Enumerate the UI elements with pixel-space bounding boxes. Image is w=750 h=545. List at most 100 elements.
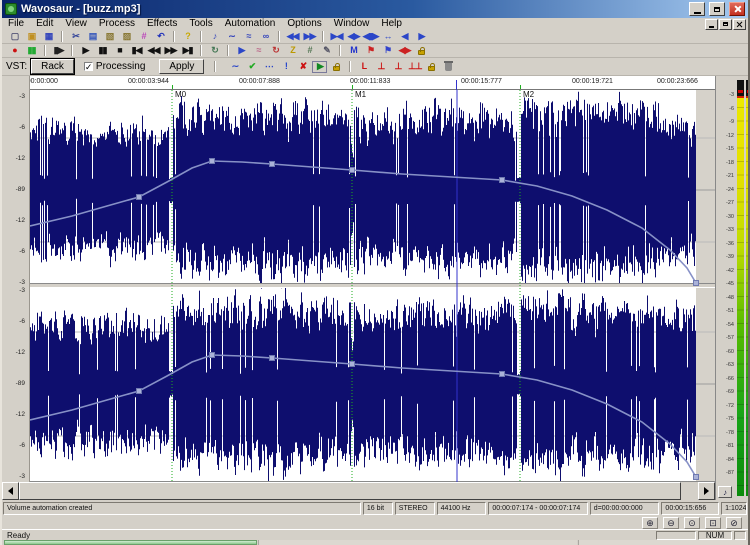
zoom-in-button[interactable]: ⊕ <box>642 517 658 529</box>
lock-automation-button[interactable] <box>423 60 440 73</box>
marker-label-m2[interactable]: M2 <box>523 90 534 99</box>
prev-marker-button[interactable]: ⚑ <box>362 44 379 57</box>
paste-button[interactable]: ▧ <box>101 30 118 43</box>
trim-button[interactable]: # <box>135 30 152 43</box>
automation-handle[interactable] <box>499 371 505 377</box>
automation-handle[interactable] <box>209 352 215 358</box>
automation-handle[interactable] <box>349 361 355 367</box>
play-file-button[interactable]: ▶ <box>233 44 250 57</box>
envelope-points-button[interactable]: ⋯ <box>260 60 277 73</box>
envelope-button[interactable]: ∼ <box>223 30 240 43</box>
go-to-end-button[interactable]: ▶▮ <box>179 44 196 57</box>
paste-mix-button[interactable]: ▨ <box>118 30 135 43</box>
marker-label-m1[interactable]: M1 <box>355 90 366 99</box>
next-pair-button[interactable]: ▶▶ <box>301 30 318 43</box>
marker-double-button[interactable]: ⊥⊥ <box>406 60 423 73</box>
snap-button[interactable]: # <box>301 44 318 57</box>
volume-envelope-button[interactable]: ∼ <box>226 60 243 73</box>
automation-handle[interactable] <box>499 177 505 183</box>
stop-button[interactable]: ■ <box>111 44 128 57</box>
scrollbar-left-button[interactable] <box>2 482 19 500</box>
statistics-button[interactable]: ≈ <box>250 44 267 57</box>
scroll-right-button[interactable]: ▶ <box>413 30 430 43</box>
help-button[interactable]: ? <box>179 30 196 43</box>
play-from-cursor-button[interactable]: ▮▶ <box>50 44 67 57</box>
pencil-edit-button[interactable]: ✎ <box>318 44 335 57</box>
go-to-start-button[interactable]: ▮◀ <box>128 44 145 57</box>
lock-envelope-button[interactable] <box>328 60 345 73</box>
automation-handle[interactable] <box>693 474 699 480</box>
menu-help[interactable]: Help <box>375 18 408 30</box>
zoom-whole-file-button[interactable]: ⊘ <box>726 517 742 529</box>
automation-handle[interactable] <box>269 355 275 361</box>
automation-handle[interactable] <box>693 280 699 286</box>
loop-button[interactable]: ↻ <box>206 44 223 57</box>
menu-tools[interactable]: Tools <box>183 18 218 30</box>
zoom-in-horizontal-button[interactable]: ▶◀ <box>328 30 345 43</box>
rewind-button[interactable]: ◀◀ <box>145 44 162 57</box>
mdi-restore-button[interactable] <box>719 18 732 30</box>
time-ruler[interactable]: 00:00:00:000 00:00:03:944 00:00:07:888 00:0… <box>2 76 715 90</box>
automation-handle[interactable] <box>136 388 142 394</box>
spectrum-button[interactable]: Z <box>284 44 301 57</box>
zoom-out-horizontal-button[interactable]: ◀▶ <box>345 30 362 43</box>
minimize-button[interactable] <box>689 2 705 16</box>
save-file-button[interactable]: ▦ <box>40 30 57 43</box>
smooth-button[interactable]: ≈ <box>240 30 257 43</box>
marker-label-m0[interactable]: M0 <box>175 90 186 99</box>
new-file-button[interactable]: ▢ <box>6 30 23 43</box>
preview-envelope-button[interactable]: ▶ <box>312 60 328 73</box>
automation-handle[interactable] <box>136 194 142 200</box>
add-marker-button[interactable]: M <box>345 44 362 57</box>
marker-drop-button[interactable]: ⊥ <box>372 60 389 73</box>
menu-automation[interactable]: Automation <box>219 18 282 30</box>
zoom-selection-button[interactable]: ◀▮▶ <box>362 30 380 43</box>
pause-button[interactable]: ▮▮ <box>94 44 111 57</box>
play-button[interactable]: ▶ <box>77 44 94 57</box>
scrollbar-thumb[interactable] <box>19 482 681 500</box>
scrollbar-right-button[interactable] <box>698 482 715 500</box>
automation-handle[interactable] <box>209 158 215 164</box>
marker-raise-button[interactable]: ⊥ <box>389 60 406 73</box>
automation-handle[interactable] <box>269 161 275 167</box>
input-monitor-button[interactable]: ▮▮ <box>23 44 40 57</box>
forward-button[interactable]: ▶▶ <box>162 44 179 57</box>
vst-rack-button[interactable]: Rack <box>30 58 75 75</box>
waveform-display[interactable]: M0 M1 M2 <box>30 90 715 482</box>
cut-button[interactable]: ✂ <box>67 30 84 43</box>
copy-button[interactable]: ▤ <box>84 30 101 43</box>
close-button[interactable] <box>729 2 745 16</box>
restore-button[interactable] <box>709 2 725 16</box>
prev-pair-button[interactable]: ◀◀ <box>284 30 301 43</box>
validate-envelope-button[interactable]: ✔ <box>243 60 260 73</box>
mdi-minimize-button[interactable] <box>705 18 718 30</box>
mdi-close-button[interactable] <box>733 18 746 30</box>
next-marker-button[interactable]: ⚑ <box>379 44 396 57</box>
scroll-left-button[interactable]: ◀ <box>396 30 413 43</box>
vst-apply-button[interactable]: Apply <box>159 59 205 74</box>
loop-start-button[interactable]: L <box>355 60 372 73</box>
menu-view[interactable]: View <box>59 18 93 30</box>
delete-envelope-button[interactable]: ✘ <box>294 60 311 73</box>
reload-button[interactable]: ↻ <box>267 44 284 57</box>
speaker-icon[interactable]: ♪ <box>718 486 732 498</box>
menu-options[interactable]: Options <box>281 18 327 30</box>
zoom-all-button[interactable]: ↔ <box>379 30 396 43</box>
menu-file[interactable]: File <box>2 18 30 30</box>
delete-markers-button[interactable] <box>440 60 457 73</box>
undo-button[interactable]: ↶ <box>152 30 169 43</box>
horizontal-scrollbar[interactable] <box>2 482 715 500</box>
title-bar[interactable]: Wavosaur - [buzz.mp3] <box>2 0 748 18</box>
lock-markers-button[interactable] <box>413 44 430 57</box>
open-file-button[interactable]: ▣ <box>23 30 40 43</box>
connect-button[interactable]: ∞ <box>257 30 274 43</box>
envelope-info-button[interactable]: ! <box>277 60 294 73</box>
menu-window[interactable]: Window <box>328 18 376 30</box>
zoom-vertical-button[interactable]: ⊡ <box>705 517 721 529</box>
processing-checkbox[interactable]: ✓ <box>83 62 93 72</box>
menu-edit[interactable]: Edit <box>30 18 59 30</box>
zoom-out-button[interactable]: ⊖ <box>663 517 679 529</box>
marker-pair-button[interactable]: ◀▶ <box>396 44 413 57</box>
menu-process[interactable]: Process <box>93 18 141 30</box>
zoom-selection-view-button[interactable]: ⊙ <box>684 517 700 529</box>
